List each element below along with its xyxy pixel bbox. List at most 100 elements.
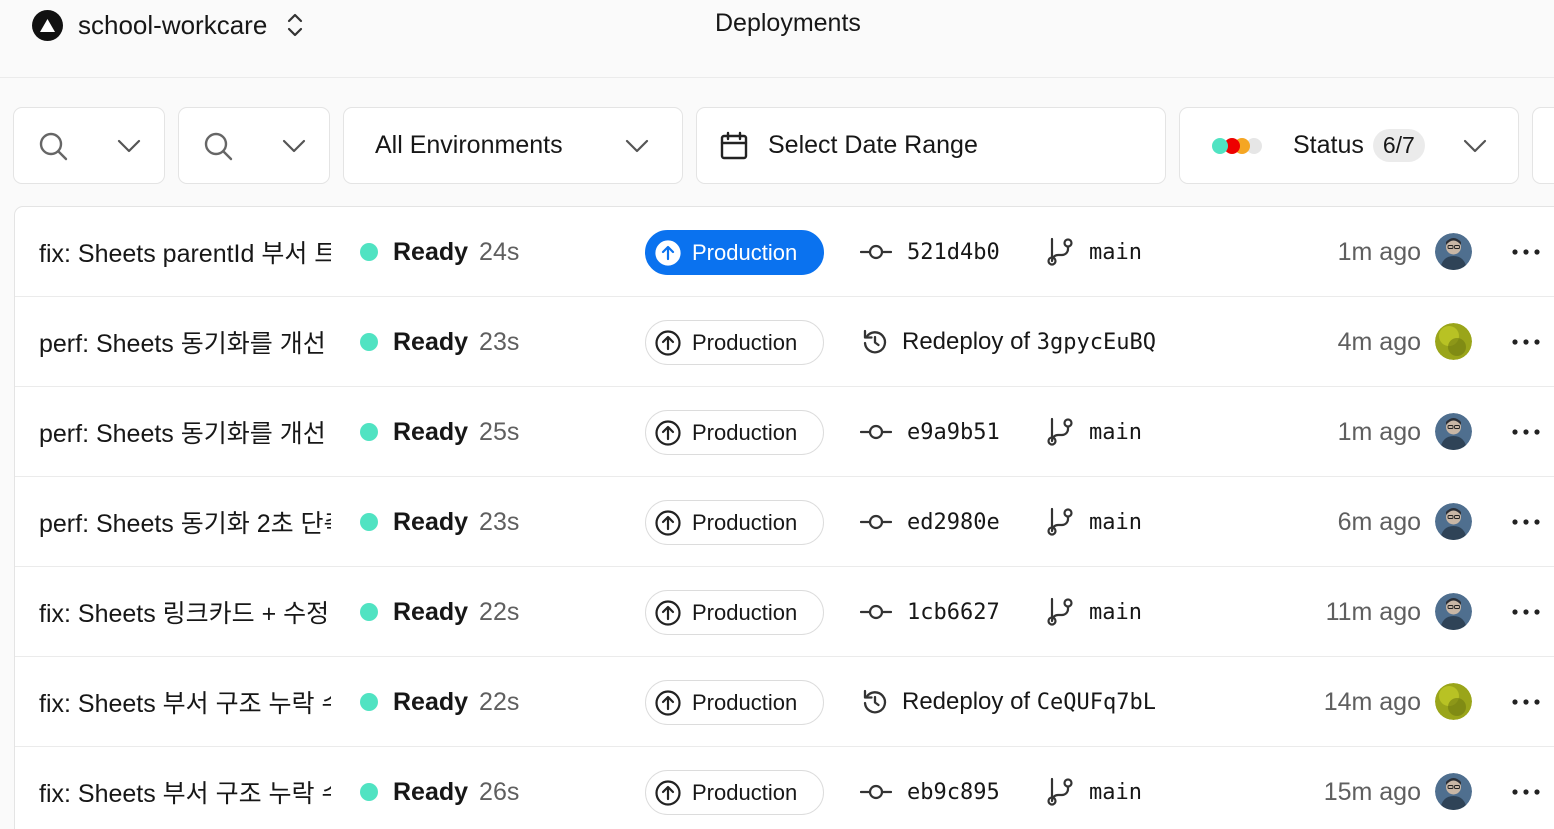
deployment-row[interactable]: fix: Sheets parentId 부서 트리 구조 수정 Ready 2… [15,207,1554,297]
build-duration: 23s [479,507,520,536]
redeploy-label[interactable]: Redeploy of 3gpycEuBQ [902,328,1156,356]
chevron-up-down-icon[interactable] [287,12,303,38]
commit-link[interactable]: 1cb6627 [860,567,1000,657]
git-branch-icon [1045,777,1075,807]
commit-message[interactable]: fix: Sheets parentId 부서 트리 구조 수정 [39,207,331,297]
commit-message[interactable]: perf: Sheets 동기화 2초 단축 [39,477,331,567]
commit-hash[interactable]: ed2980e [907,510,1000,535]
bot-avatar[interactable] [1435,323,1472,360]
status-dot-icon [360,243,378,261]
commit-hash[interactable]: 521d4b0 [907,240,1000,265]
git-commit-icon [860,514,892,530]
environment-badge[interactable]: Production [645,770,824,815]
deployment-row[interactable]: fix: Sheets 부서 구조 누락 수정 Ready 26s Produc… [15,747,1554,829]
branch[interactable]: main [1045,387,1142,477]
more-actions-button[interactable] [1510,567,1542,657]
arrow-up-circle-icon [654,239,682,267]
user-avatar[interactable] [1435,503,1472,540]
build-duration: 23s [479,327,520,356]
commit-link[interactable]: 521d4b0 [860,207,1000,297]
ellipsis-icon [1512,519,1540,525]
environment-badge[interactable]: Production [645,410,824,455]
redeploy-label[interactable]: Redeploy of CeQUFq7bL [902,688,1156,716]
deployment-status: Ready 23s [360,297,519,387]
deployment-status: Ready 26s [360,747,519,829]
redeploy-id[interactable]: 3gpycEuBQ [1037,330,1156,355]
ellipsis-icon [1512,699,1540,705]
chevron-down-icon [117,139,141,153]
redeploy-link[interactable]: Redeploy of 3gpycEuBQ [860,297,1156,387]
user-avatar[interactable] [1435,593,1472,630]
branch-name[interactable]: main [1089,600,1142,625]
deployment-row[interactable]: fix: Sheets 링크카드 + 수정 Ready 22s Producti… [15,567,1554,657]
commit-link[interactable]: eb9c895 [860,747,1000,829]
git-branch-icon [1045,507,1075,537]
status-label: Ready [393,687,469,716]
user-avatar[interactable] [1435,233,1472,270]
environment-label: Production [692,689,798,715]
status-label: Ready [393,237,469,266]
bot-avatar[interactable] [1435,683,1472,720]
more-actions-button[interactable] [1510,297,1542,387]
branch-name[interactable]: main [1089,510,1142,535]
deployment-status: Ready 22s [360,567,519,657]
branch-name[interactable]: main [1089,240,1142,265]
status-dot-icon [360,333,378,351]
commit-hash[interactable]: eb9c895 [907,780,1000,805]
commit-link[interactable]: ed2980e [860,477,1000,567]
environment-filter[interactable]: All Environments [343,107,683,184]
deployment-row[interactable]: fix: Sheets 부서 구조 누락 수정 Ready 22s Produc… [15,657,1554,747]
branch-name[interactable]: main [1089,420,1142,445]
commit-hash[interactable]: 1cb6627 [907,600,1000,625]
environment-badge[interactable]: Production [645,590,824,635]
created-time: 15m ago [1323,777,1421,806]
git-branch-icon [1045,237,1075,267]
git-branch-icon [1045,597,1075,627]
deployment-row[interactable]: perf: Sheets 동기화를 개선 Ready 23s Productio… [15,297,1554,387]
created-time: 11m ago [1325,597,1421,626]
branch[interactable]: main [1045,747,1142,829]
more-actions-button[interactable] [1510,477,1542,567]
user-avatar[interactable] [1435,773,1472,810]
more-actions-button[interactable] [1510,387,1542,477]
user-avatar[interactable] [1435,413,1472,450]
created-time: 1m ago [1337,417,1421,446]
environment-badge[interactable]: Production [645,230,824,275]
project-name[interactable]: school-workcare [78,10,267,41]
branch[interactable]: main [1045,477,1142,567]
commit-link[interactable]: e9a9b51 [860,387,1000,477]
status-filter[interactable]: Status 6/7 [1179,107,1519,184]
arrow-up-circle-icon [654,689,682,717]
environment-label: Production [692,329,798,355]
branch-name[interactable]: main [1089,780,1142,805]
redeploy-id[interactable]: CeQUFq7bL [1037,690,1156,715]
project-switcher[interactable]: school-workcare [32,9,303,41]
search-filter-1[interactable] [13,107,165,184]
date-range-filter[interactable]: Select Date Range [696,107,1166,184]
environment-badge[interactable]: Production [645,500,824,545]
more-filters[interactable] [1532,107,1554,184]
more-actions-button[interactable] [1510,657,1542,747]
deployment-row[interactable]: perf: Sheets 동기화 2초 단축 Ready 23s Product… [15,477,1554,567]
environment-label: Production [692,239,798,265]
search-filter-2[interactable] [178,107,330,184]
redeploy-prefix: Redeploy of [902,688,1037,715]
environment-badge[interactable]: Production [645,680,824,725]
redeploy-link[interactable]: Redeploy of CeQUFq7bL [860,657,1156,747]
commit-message[interactable]: fix: Sheets 부서 구조 누락 수정 [39,747,331,829]
more-actions-button[interactable] [1510,207,1542,297]
commit-message[interactable]: perf: Sheets 동기화를 개선 [39,297,331,387]
deployment-row[interactable]: perf: Sheets 동기화를 개선 Ready 25s Productio… [15,387,1554,477]
git-commit-icon [860,784,892,800]
deployment-status: Ready 24s [360,207,519,297]
chevron-down-icon [282,139,306,153]
environment-badge[interactable]: Production [645,320,824,365]
commit-message[interactable]: fix: Sheets 부서 구조 누락 수정 [39,657,331,747]
status-label: Ready [393,327,469,356]
more-actions-button[interactable] [1510,747,1542,829]
branch[interactable]: main [1045,567,1142,657]
commit-hash[interactable]: e9a9b51 [907,420,1000,445]
commit-message[interactable]: perf: Sheets 동기화를 개선 [39,387,331,477]
branch[interactable]: main [1045,207,1142,297]
commit-message[interactable]: fix: Sheets 링크카드 + 수정 [39,567,331,657]
